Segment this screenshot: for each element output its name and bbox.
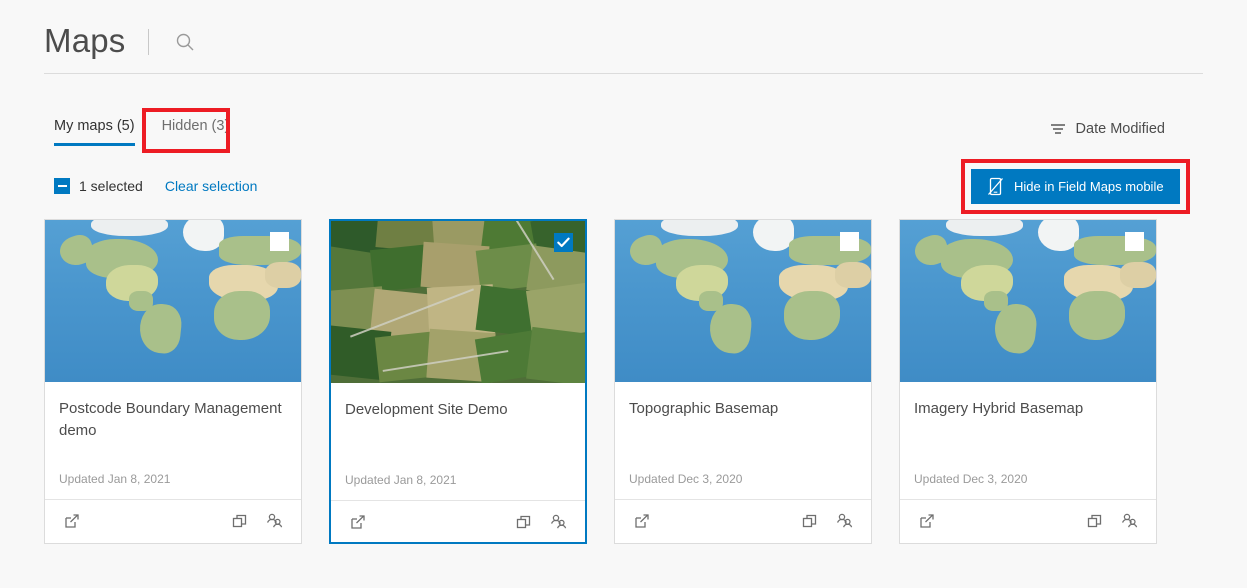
selection-bar: 1 selected Clear selection bbox=[54, 178, 257, 194]
card-updated-date: Updated Jan 8, 2021 bbox=[345, 473, 457, 487]
clear-selection-link[interactable]: Clear selection bbox=[165, 178, 258, 194]
aerial-imagery-fields-image bbox=[331, 221, 585, 383]
tab-my-maps[interactable]: My maps (5) bbox=[54, 118, 135, 146]
card-body: Topographic Basemap Updated Dec 3, 2020 bbox=[615, 382, 871, 499]
card-updated-date: Updated Jan 8, 2021 bbox=[59, 472, 171, 486]
card-updated-date: Updated Dec 3, 2020 bbox=[629, 472, 743, 486]
duplicate-icon[interactable] bbox=[511, 509, 537, 535]
share-group-icon[interactable] bbox=[831, 508, 857, 534]
card-thumbnail[interactable] bbox=[615, 220, 871, 382]
header-divider bbox=[147, 28, 149, 55]
duplicate-icon[interactable] bbox=[1082, 508, 1108, 534]
sort-label: Date Modified bbox=[1075, 121, 1165, 137]
card-thumbnail[interactable] bbox=[331, 221, 585, 383]
tab-hidden[interactable]: Hidden (3) bbox=[162, 118, 230, 146]
card-body: Postcode Boundary Management demo Update… bbox=[45, 382, 301, 499]
share-group-icon[interactable] bbox=[545, 509, 571, 535]
open-external-icon[interactable] bbox=[629, 508, 655, 534]
sort-descending-icon bbox=[1050, 122, 1067, 136]
card-thumbnail[interactable] bbox=[45, 220, 301, 382]
map-card[interactable]: Development Site Demo Updated Jan 8, 202… bbox=[329, 219, 587, 544]
card-footer bbox=[45, 499, 301, 541]
page-title: Maps bbox=[44, 22, 126, 59]
card-title: Topographic Basemap bbox=[629, 400, 779, 417]
tab-bar: My maps (5) Hidden (3) bbox=[54, 118, 229, 146]
mobile-hidden-icon bbox=[987, 177, 1004, 196]
map-card[interactable]: Postcode Boundary Management demo Update… bbox=[44, 219, 302, 544]
open-external-icon[interactable] bbox=[914, 508, 940, 534]
world-topographic-map-image bbox=[45, 220, 301, 382]
card-footer bbox=[900, 499, 1156, 541]
tab-my-maps-label: My maps (5) bbox=[54, 118, 135, 134]
card-title: Development Site Demo bbox=[345, 401, 508, 418]
map-card[interactable]: Topographic Basemap Updated Dec 3, 2020 bbox=[614, 219, 872, 544]
open-external-icon[interactable] bbox=[59, 508, 85, 534]
card-body: Imagery Hybrid Basemap Updated Dec 3, 20… bbox=[900, 382, 1156, 499]
hide-in-field-maps-button[interactable]: Hide in Field Maps mobile bbox=[971, 169, 1180, 204]
world-topographic-map-image bbox=[900, 220, 1156, 382]
card-title: Postcode Boundary Management demo bbox=[59, 400, 282, 439]
world-topographic-map-image bbox=[615, 220, 871, 382]
selected-count-label: 1 selected bbox=[79, 178, 143, 194]
page-header: Maps bbox=[44, 14, 1203, 74]
card-title: Imagery Hybrid Basemap bbox=[914, 400, 1084, 417]
duplicate-icon[interactable] bbox=[797, 508, 823, 534]
sort-control[interactable]: Date Modified bbox=[1050, 121, 1165, 137]
map-card[interactable]: Imagery Hybrid Basemap Updated Dec 3, 20… bbox=[899, 219, 1157, 544]
card-select-checkbox[interactable] bbox=[270, 232, 289, 251]
card-body: Development Site Demo Updated Jan 8, 202… bbox=[331, 383, 585, 500]
card-thumbnail[interactable] bbox=[900, 220, 1156, 382]
share-group-icon[interactable] bbox=[1116, 508, 1142, 534]
map-card-grid: Postcode Boundary Management demo Update… bbox=[44, 219, 1204, 544]
open-external-icon[interactable] bbox=[345, 509, 371, 535]
share-group-icon[interactable] bbox=[261, 508, 287, 534]
search-icon bbox=[175, 32, 195, 52]
search-button[interactable] bbox=[171, 28, 199, 56]
card-select-checkbox[interactable] bbox=[840, 232, 859, 251]
duplicate-icon[interactable] bbox=[227, 508, 253, 534]
card-updated-date: Updated Dec 3, 2020 bbox=[914, 472, 1028, 486]
card-select-checkbox[interactable] bbox=[1125, 232, 1144, 251]
select-all-checkbox[interactable] bbox=[54, 178, 70, 194]
card-footer bbox=[331, 500, 585, 542]
hide-in-field-maps-label: Hide in Field Maps mobile bbox=[1014, 179, 1164, 194]
tab-hidden-label: Hidden (3) bbox=[161, 118, 230, 134]
card-footer bbox=[615, 499, 871, 541]
card-select-checkbox[interactable] bbox=[554, 233, 573, 252]
